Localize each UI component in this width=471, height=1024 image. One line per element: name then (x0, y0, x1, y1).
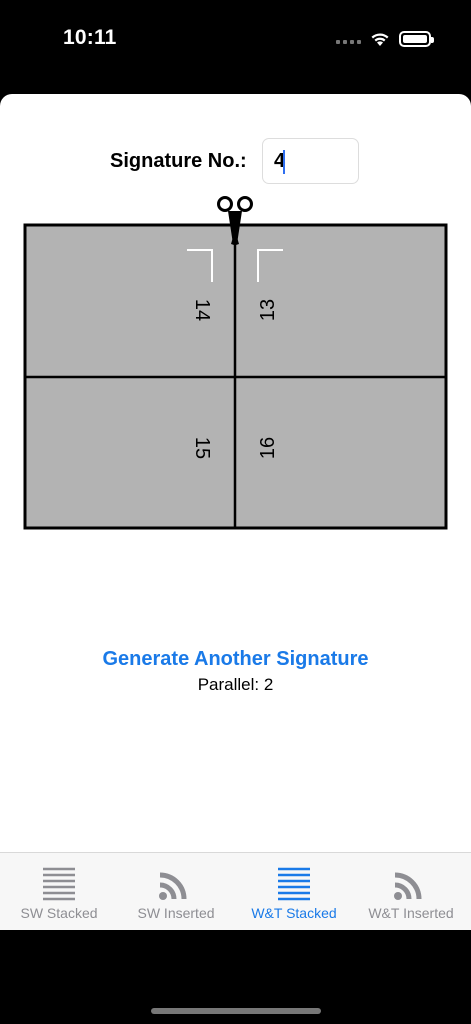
status-time: 10:11 (63, 26, 117, 49)
parallel-count-label: Parallel: 2 (197, 675, 274, 694)
home-indicator[interactable] (151, 1008, 321, 1014)
tab-bar: SW Stacked SW Inserted W&T Stacked W&T I… (0, 852, 471, 930)
tab-label: SW Inserted (137, 905, 215, 921)
lines-icon (278, 867, 310, 901)
page-number: 15 (191, 437, 213, 459)
tab-wt-stacked[interactable]: W&T Stacked (235, 853, 353, 930)
tab-sw-inserted[interactable]: SW Inserted (117, 853, 235, 930)
tab-label: W&T Inserted (368, 905, 454, 921)
tab-label: W&T Stacked (251, 905, 337, 921)
tab-wt-inserted[interactable]: W&T Inserted (352, 853, 470, 930)
status-icons (336, 28, 434, 50)
tab-sw-stacked[interactable]: SW Stacked (0, 853, 118, 930)
cellular-signal-icon (336, 34, 361, 44)
home-area (0, 930, 471, 1024)
page-number: 16 (257, 437, 279, 459)
page-number: 14 (191, 299, 213, 321)
generate-signature-button[interactable]: Generate Another Signature (0, 648, 471, 671)
status-bar: 10:11 (0, 0, 471, 94)
battery-icon (399, 31, 434, 47)
tab-label: SW Stacked (20, 905, 98, 921)
rss-icon (159, 872, 187, 900)
rss-icon (394, 872, 422, 900)
page-number: 13 (257, 299, 279, 321)
wifi-icon (371, 33, 389, 46)
main-sheet: Signature No.: 14 13 15 16 Generate Anot… (0, 94, 471, 930)
lines-icon (43, 867, 75, 901)
signature-diagram: 14 13 15 16 (23, 196, 448, 530)
